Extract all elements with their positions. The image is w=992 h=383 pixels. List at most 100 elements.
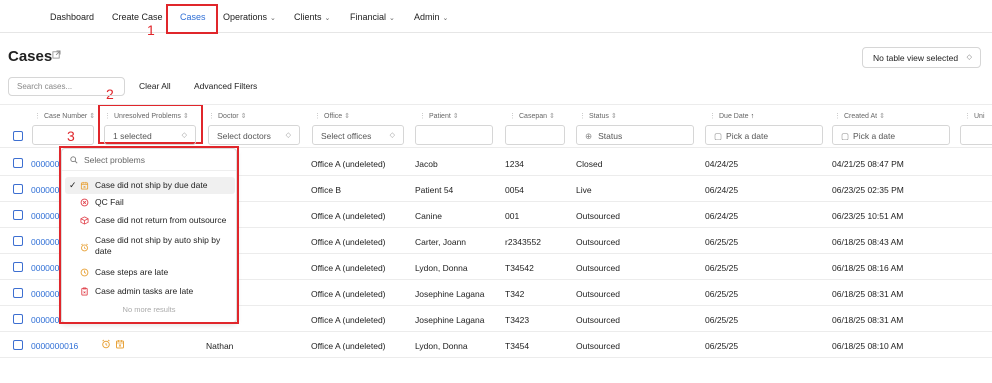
office-cell: Office A (undeleted) [311, 263, 386, 273]
doctor-filter-select[interactable]: Select doctors ◇ [208, 125, 300, 145]
doctor-cell: Nathan [206, 341, 234, 351]
nav-admin[interactable]: Admin ⌄ [414, 12, 448, 22]
row-checkbox[interactable] [13, 158, 23, 168]
column-case-number[interactable]: ⋮ Case Number ⇕ [34, 112, 95, 120]
row-checkbox[interactable] [13, 314, 23, 324]
status-cell: Outsourced [576, 237, 620, 247]
clear-all-button[interactable]: Clear All [139, 81, 171, 91]
due-date-cell: 06/25/25 [705, 289, 739, 299]
column-doctor[interactable]: ⋮ Doctor ⇕ [208, 112, 247, 120]
status-cell: Live [576, 185, 592, 195]
status-filter[interactable]: ⊕ Status [576, 125, 694, 145]
patient-cell: Canine [415, 211, 442, 221]
nav-clients[interactable]: Clients ⌄ [294, 12, 330, 22]
status-cell: Outsourced [576, 341, 620, 351]
casepan-cell: T34542 [505, 263, 534, 273]
nav-create-case[interactable]: Create Case [112, 12, 163, 22]
created-at-cell: 06/18/25 08:43 AM [832, 237, 904, 247]
column-patient[interactable]: ⋮ Patient ⇕ [419, 112, 459, 120]
created-at-cell: 06/23/25 10:51 AM [832, 211, 904, 221]
status-cell: Outsourced [576, 315, 620, 325]
due-date-picker[interactable]: ▢ Pick a date [705, 125, 823, 145]
office-cell: Office A (undeleted) [311, 159, 386, 169]
due-date-cell: 06/25/25 [705, 237, 739, 247]
select-all-checkbox[interactable] [13, 131, 23, 141]
row-checkbox[interactable] [13, 288, 23, 298]
patient-cell: Josephine Lagana [415, 315, 485, 325]
casepan-cell: 1234 [505, 159, 524, 169]
case-number-link[interactable]: 0000000016 [31, 341, 78, 351]
column-extra[interactable]: ⋮ Uni [964, 112, 985, 120]
office-cell: Office A (undeleted) [311, 237, 386, 247]
created-at-cell: 06/18/25 08:10 AM [832, 341, 904, 351]
created-at-cell: 04/21/25 08:47 PM [832, 159, 904, 169]
row-checkbox[interactable] [13, 210, 23, 220]
column-created-at[interactable]: ⋮ Created At ⇕ [834, 112, 885, 120]
casepan-cell: r2343552 [505, 237, 541, 247]
chevron-down-icon: ⌄ [270, 15, 276, 22]
office-cell: Office A (undeleted) [311, 211, 386, 221]
table-header: ⋮ Case Number ⇕ ⋮ Unresolved Problems ⇕ ⋮ Doc… [0, 104, 992, 148]
circle-plus-icon: ⊕ [585, 131, 593, 141]
search-cases-input[interactable] [9, 78, 124, 95]
casepan-filter[interactable] [505, 125, 565, 145]
chevron-down-icon: ⌄ [324, 15, 331, 22]
patient-filter[interactable] [415, 125, 493, 145]
created-at-cell: 06/18/25 08:16 AM [832, 263, 904, 273]
casepan-cell: T3454 [505, 341, 530, 351]
extra-filter[interactable] [960, 125, 992, 145]
column-casepan[interactable]: ⋮ Casepan ⇕ [509, 112, 555, 120]
column-unresolved-problems[interactable]: ⋮ Unresolved Problems ⇕ [104, 112, 189, 120]
created-at-cell: 06/23/25 02:35 PM [832, 185, 904, 195]
annotation-box-3 [59, 146, 239, 324]
nav-operations[interactable]: Operations ⌄ [223, 12, 276, 22]
created-at-picker[interactable]: ▢ Pick a date [832, 125, 950, 145]
column-status[interactable]: ⋮ Status ⇕ [579, 112, 617, 120]
table-view-select[interactable]: No table view selected ◇ [862, 47, 981, 68]
annotation-box-1 [166, 4, 218, 34]
due-date-cell: 06/25/25 [705, 341, 739, 351]
patient-cell: Josephine Lagana [415, 289, 485, 299]
nav-financial[interactable]: Financial ⌄ [350, 12, 395, 22]
office-filter-select[interactable]: Select offices ◇ [312, 125, 404, 145]
nav-dashboard[interactable]: Dashboard [50, 12, 94, 22]
row-checkbox[interactable] [13, 236, 23, 246]
calendar-x-icon [116, 340, 124, 349]
casepan-cell: T3423 [505, 315, 530, 325]
status-cell: Closed [576, 159, 603, 169]
row-checkbox[interactable] [13, 340, 23, 350]
due-date-cell: 06/24/25 [705, 185, 739, 195]
search-cases-input-wrap [8, 77, 125, 96]
column-office[interactable]: ⋮ Office ⇕ [314, 112, 350, 120]
problems-filter-select[interactable]: 1 selected ◇ [104, 125, 196, 145]
due-date-cell: 04/24/25 [705, 159, 739, 169]
column-due-date[interactable]: ⋮ Due Date ↑ [709, 112, 754, 120]
casepan-cell: 0054 [505, 185, 524, 195]
patient-cell: Lydon, Donna [415, 263, 468, 273]
alarm-icon [102, 339, 110, 349]
status-cell: Outsourced [576, 263, 620, 273]
patient-cell: Jacob [415, 159, 438, 169]
chevron-down-icon: ⌄ [442, 15, 449, 22]
row-checkbox[interactable] [13, 262, 23, 272]
created-at-cell: 06/18/25 08:31 AM [832, 315, 904, 325]
casepan-cell: T342 [505, 289, 525, 299]
external-link-icon[interactable] [52, 50, 61, 59]
case-number-filter[interactable] [32, 125, 94, 145]
office-cell: Office A (undeleted) [311, 315, 386, 325]
status-cell: Outsourced [576, 211, 620, 221]
chevron-updown-icon: ◇ [966, 54, 972, 61]
chevron-updown-icon: ◇ [389, 132, 395, 139]
office-cell: Office A (undeleted) [311, 341, 386, 351]
calendar-icon: ▢ [841, 131, 850, 141]
row-checkbox[interactable] [13, 184, 23, 194]
chevron-updown-icon: ◇ [285, 132, 291, 139]
created-at-cell: 06/18/25 08:31 AM [832, 289, 904, 299]
advanced-filters-button[interactable]: Advanced Filters [194, 81, 257, 91]
chevron-down-icon: ⌄ [389, 15, 395, 22]
annotation-number-1: 1 [147, 22, 155, 38]
due-date-cell: 06/25/25 [705, 315, 739, 325]
due-date-cell: 06/25/25 [705, 263, 739, 273]
office-cell: Office B [311, 185, 342, 195]
table-row[interactable]: 0000000016 Nathan Office A (undeleted) Lydo… [0, 332, 992, 358]
